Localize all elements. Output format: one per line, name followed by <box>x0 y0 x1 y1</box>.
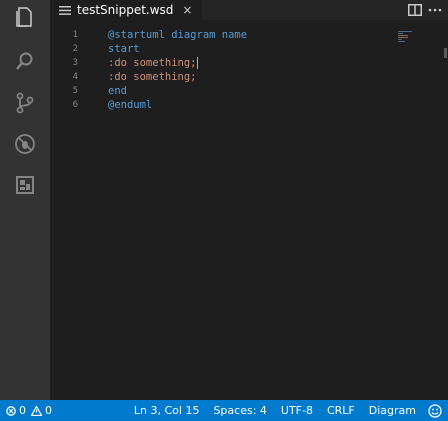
code-line: 2 start <box>50 42 448 56</box>
code-text: start <box>108 43 140 55</box>
tab-testsnippet[interactable]: testSnippet.wsd × <box>50 0 202 20</box>
code-text: :do something; <box>108 57 197 69</box>
code-line: 5 end <box>50 84 448 98</box>
close-icon[interactable]: × <box>182 3 192 17</box>
language-mode[interactable]: Diagram <box>369 404 416 417</box>
explorer-icon[interactable] <box>0 0 50 34</box>
extensions-icon[interactable] <box>0 168 50 202</box>
code-text: @enduml <box>108 99 153 111</box>
search-icon[interactable] <box>0 44 50 78</box>
feedback-icon[interactable] <box>428 403 442 418</box>
error-count: 0 <box>19 404 26 417</box>
tab-actions <box>408 0 442 20</box>
source-control-icon[interactable] <box>0 86 50 120</box>
code-line: 6 @enduml <box>50 98 448 112</box>
more-actions-icon[interactable] <box>428 1 442 20</box>
code-text: @startuml diagram name <box>108 29 248 41</box>
warning-icon <box>31 405 42 416</box>
code-text: :do something; <box>108 71 197 83</box>
line-number: 4 <box>72 72 78 82</box>
activity-bar <box>0 0 50 400</box>
debug-icon[interactable] <box>0 127 50 161</box>
line-number: 6 <box>72 100 78 110</box>
code-editor[interactable]: 1 @startuml diagram name 2 start 3 :do s… <box>50 28 448 112</box>
line-number: 2 <box>72 44 78 54</box>
code-line: 3 :do something; <box>50 56 448 70</box>
warning-count: 0 <box>45 404 52 417</box>
line-number: 5 <box>72 86 78 96</box>
line-number: 1 <box>72 30 78 40</box>
text-cursor <box>196 57 198 69</box>
file-icon <box>59 5 73 15</box>
editor-area: testSnippet.wsd × 1 @startuml diagram na… <box>50 0 448 400</box>
tab-bar: testSnippet.wsd × <box>50 0 448 20</box>
problems-indicator[interactable]: 0 0 <box>6 404 52 417</box>
split-editor-icon[interactable] <box>408 1 422 20</box>
indentation-setting[interactable]: Spaces: 4 <box>213 404 266 417</box>
error-icon <box>6 405 16 416</box>
code-line: 4 :do something; <box>50 70 448 84</box>
code-line: 1 @startuml diagram name <box>50 28 448 42</box>
eol-setting[interactable]: CRLF <box>327 404 355 417</box>
line-number: 3 <box>72 58 78 68</box>
status-bar: 0 0 Ln 3, Col 15 Spaces: 4 UTF-8 CRLF Di… <box>0 400 448 421</box>
minimap[interactable] <box>398 28 420 42</box>
encoding-setting[interactable]: UTF-8 <box>281 404 313 417</box>
vertical-scrollbar[interactable] <box>434 20 448 400</box>
code-text: end <box>108 85 127 97</box>
cursor-position[interactable]: Ln 3, Col 15 <box>134 404 200 417</box>
tab-label: testSnippet.wsd <box>77 3 174 17</box>
